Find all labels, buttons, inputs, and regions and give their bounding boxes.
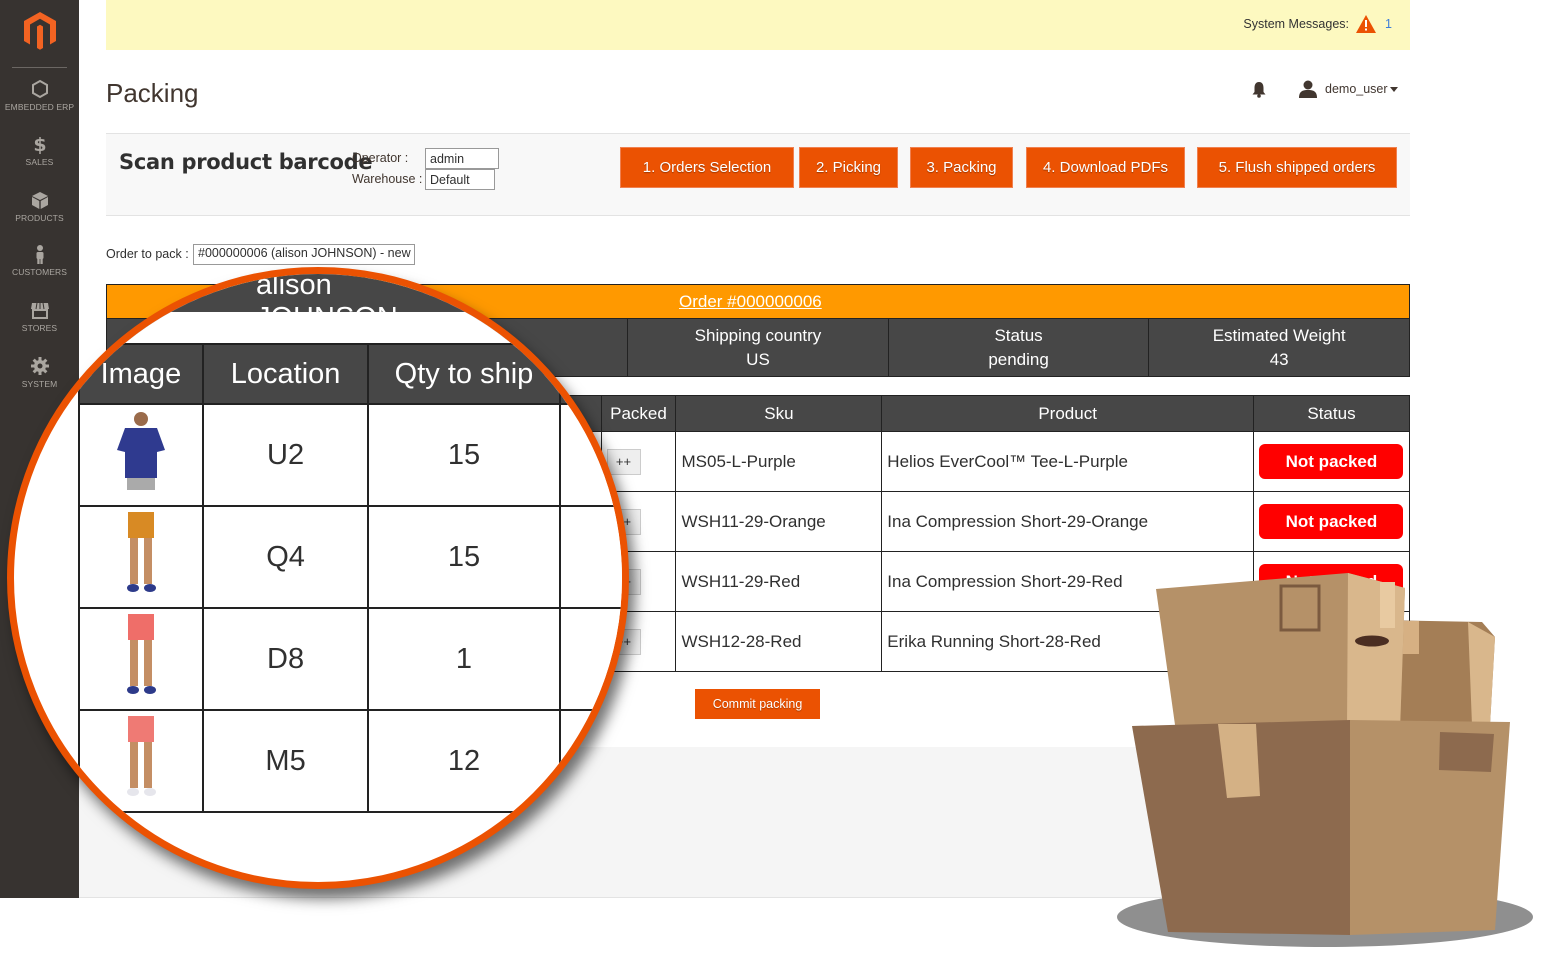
estimated-weight-cell: Estimated Weight 43 (1148, 319, 1409, 376)
mag-customer-bar: alison JOHNSON (76, 274, 476, 334)
product-name-cell: Helios EverCool™ Tee-L-Purple (881, 431, 1254, 492)
mag-image-cell (78, 505, 204, 609)
logo-divider (12, 67, 67, 68)
order-to-pack-label: Order to pack : (106, 247, 189, 261)
mag-table-row: D8 1 (78, 607, 622, 711)
mag-packed-cell (558, 709, 622, 813)
sidebar-item-label: EMBEDDED ERP (4, 102, 75, 112)
info-value: US (746, 350, 770, 369)
order-link[interactable]: Order #000000006 (679, 292, 822, 312)
product-thumbnail (126, 512, 156, 592)
sku-cell: WSH11-29-Orange (675, 491, 883, 552)
mag-location-cell: D8 (201, 607, 370, 711)
mag-qty-cell: 12 (367, 709, 561, 813)
status-badge: Not packed (1259, 444, 1404, 479)
warehouse-label: Warehouse : (352, 172, 423, 186)
dollar-icon: $ (33, 134, 46, 154)
sku-cell: WSH11-29-Red (675, 551, 883, 612)
mag-header-row: Image Location Qty to ship (78, 343, 622, 405)
svg-text:$: $ (33, 134, 46, 154)
mag-location-cell: Q4 (201, 505, 370, 609)
mag-packed-cell (558, 505, 622, 609)
product-thumbnail (126, 614, 156, 694)
sidebar-item-label: PRODUCTS (15, 213, 64, 223)
info-label: Status (994, 326, 1043, 345)
product-thumbnail (126, 716, 156, 796)
scan-panel: Scan product barcode Operator : Warehous… (106, 133, 1410, 216)
col-status: Status (1252, 395, 1411, 432)
scan-title: Scan product barcode (119, 150, 373, 174)
user-menu[interactable]: demo_user (1325, 82, 1388, 96)
sku-cell: WSH12-28-Red (675, 611, 883, 672)
mag-table-row: U2 15 (78, 403, 622, 507)
mag-table-row: Q4 15 (78, 505, 622, 609)
magnifier-overlay: alison JOHNSON ethod Rate Image Location… (7, 267, 629, 889)
mag-table-row: M5 12 (78, 709, 622, 813)
magnified-table: Image Location Qty to ship U2 15 Q4 15 D8 1 M5… (78, 343, 622, 813)
sidebar-item-label: SALES (25, 157, 54, 167)
mag-qty-cell: 15 (367, 505, 561, 609)
warehouse-input[interactable] (425, 169, 495, 190)
shipping-country-cell: Shipping country US (627, 319, 888, 376)
mag-packed-cell (558, 403, 622, 507)
order-to-pack-select[interactable]: #000000006 (alison JOHNSON) - new (193, 244, 415, 265)
product-thumbnail (116, 412, 165, 490)
status-cell: Status pending (887, 319, 1149, 376)
info-value: 43 (1269, 350, 1289, 369)
chevron-down-icon[interactable] (1390, 87, 1398, 92)
system-messages-bar[interactable]: System Messages: 1 (106, 0, 1410, 50)
cardboard-boxes-illustration (1117, 573, 1533, 947)
info-label: Shipping country (694, 326, 822, 345)
mag-packed-cell (558, 607, 622, 711)
warning-icon (1356, 15, 1376, 33)
mag-col-location: Location (201, 343, 370, 405)
info-value: pending (988, 350, 1049, 369)
col-product: Product (881, 395, 1254, 432)
mag-col-qty: Qty to ship (367, 343, 561, 405)
mag-image-cell (78, 403, 204, 507)
mag-qty-cell: 1 (367, 607, 561, 711)
status-cell: Not packed (1252, 491, 1411, 552)
sidebar-item-products[interactable]: PRODUCTS (0, 190, 79, 223)
col-sku: Sku (675, 395, 883, 432)
mag-col-image: Image (78, 343, 204, 405)
user-icon[interactable] (1299, 80, 1317, 98)
mag-location-cell: U2 (201, 403, 370, 507)
packing-button[interactable]: 3. Packing (910, 147, 1013, 188)
box-icon (31, 192, 48, 209)
sidebar-item-customers[interactable]: CUSTOMERS (0, 244, 79, 277)
sidebar-item-sales[interactable]: $ SALES (0, 134, 79, 167)
mag-col-packed (558, 343, 622, 405)
picking-button[interactable]: 2. Picking (799, 147, 898, 188)
mag-image-cell (78, 607, 204, 711)
magento-logo-icon[interactable] (22, 11, 58, 51)
mag-location-cell: M5 (201, 709, 370, 813)
sidebar-item-embedded-erp[interactable]: EMBEDDED ERP (0, 79, 79, 112)
operator-input[interactable] (425, 148, 499, 169)
page-title: Packing (106, 78, 199, 108)
commit-packing-button[interactable]: Commit packing (695, 689, 820, 719)
status-badge: Not packed (1259, 504, 1404, 539)
orders-selection-button[interactable]: 1. Orders Selection (620, 147, 794, 188)
mag-qty-cell: 15 (367, 403, 561, 507)
person-icon (36, 245, 43, 264)
bell-icon[interactable] (1251, 81, 1267, 98)
info-label: Estimated Weight (1212, 326, 1346, 345)
product-name-cell: Ina Compression Short-29-Orange (881, 491, 1254, 552)
sku-cell: MS05-L-Purple (675, 431, 883, 492)
download-pdfs-button[interactable]: 4. Download PDFs (1026, 147, 1185, 188)
mag-image-cell (78, 709, 204, 813)
operator-label: Operator : (352, 151, 409, 165)
system-messages-count[interactable]: 1 (1385, 17, 1392, 31)
hexagon-icon (31, 79, 48, 99)
status-cell: Not packed (1252, 431, 1411, 492)
flush-shipped-orders-button[interactable]: 5. Flush shipped orders (1197, 147, 1397, 188)
system-messages-label: System Messages: (1243, 17, 1349, 31)
